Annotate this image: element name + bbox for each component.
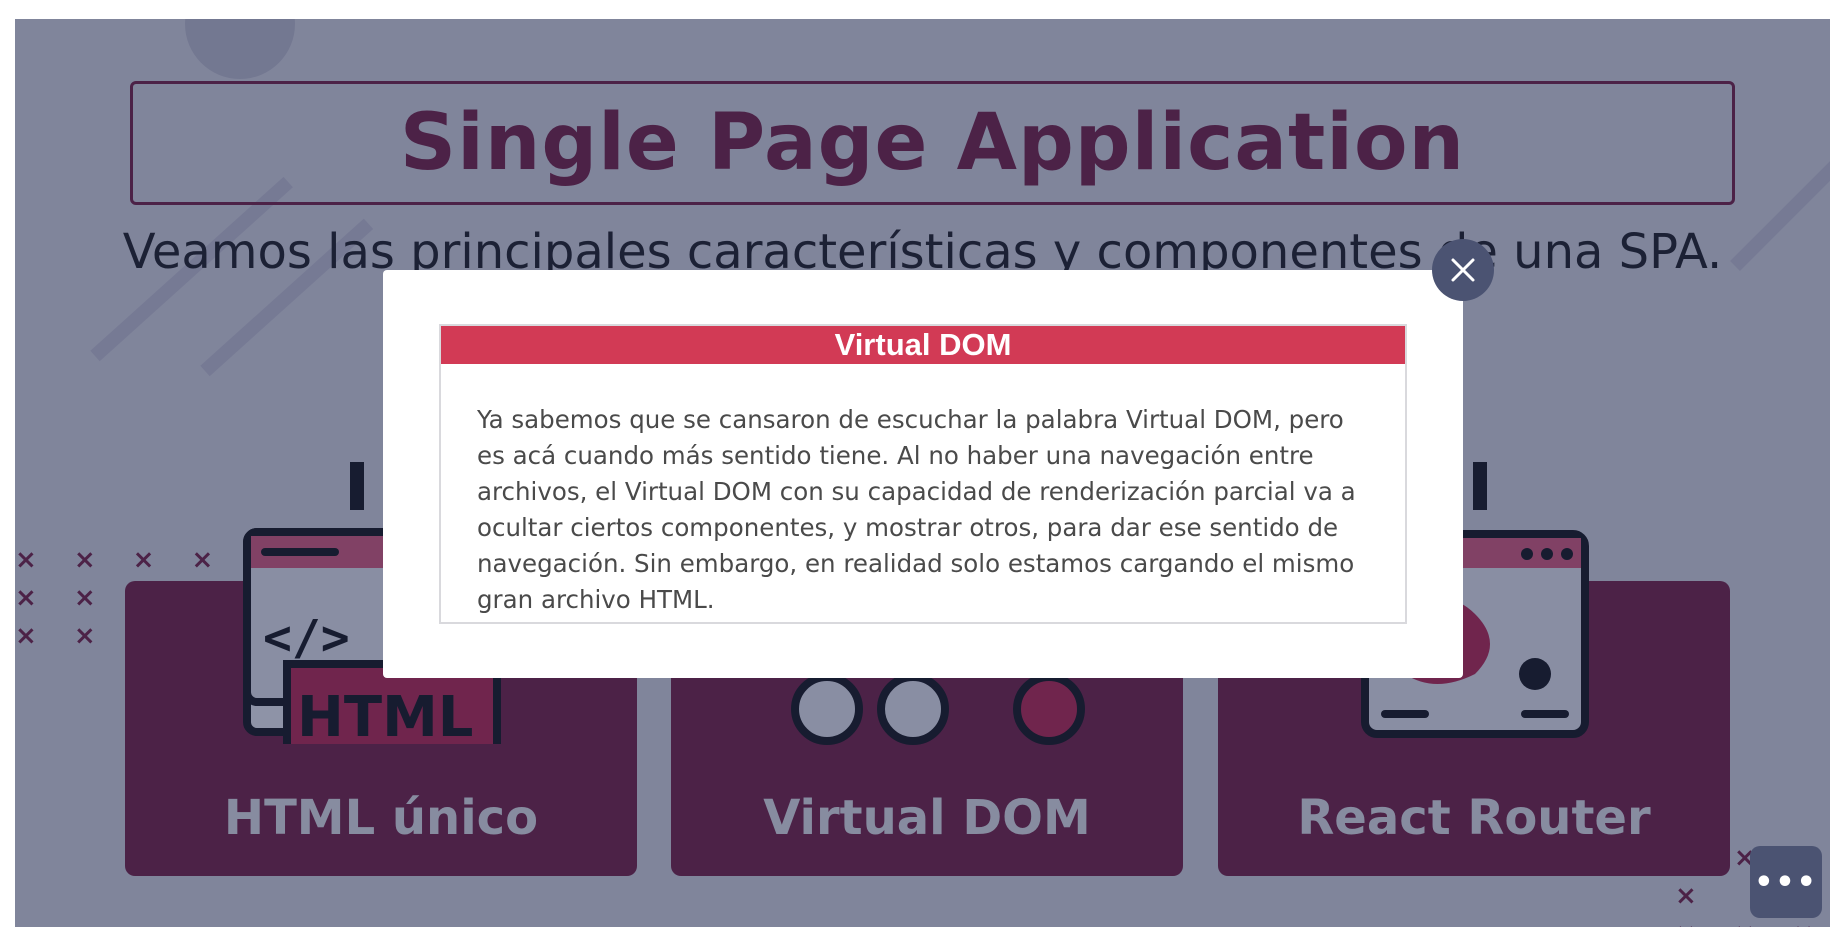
modal-close-button[interactable] xyxy=(1432,239,1494,301)
modal-heading: Virtual DOM xyxy=(441,326,1405,364)
more-menu-button[interactable]: ••• xyxy=(1750,846,1822,918)
more-icon: ••• xyxy=(1754,864,1818,900)
modal-card: Virtual DOM Ya sabemos que se cansaron d… xyxy=(439,324,1407,624)
close-icon xyxy=(1451,258,1475,282)
modal-body-text: Ya sabemos que se cansaron de escuchar l… xyxy=(477,405,1356,614)
info-modal: Virtual DOM Ya sabemos que se cansaron d… xyxy=(383,270,1463,678)
